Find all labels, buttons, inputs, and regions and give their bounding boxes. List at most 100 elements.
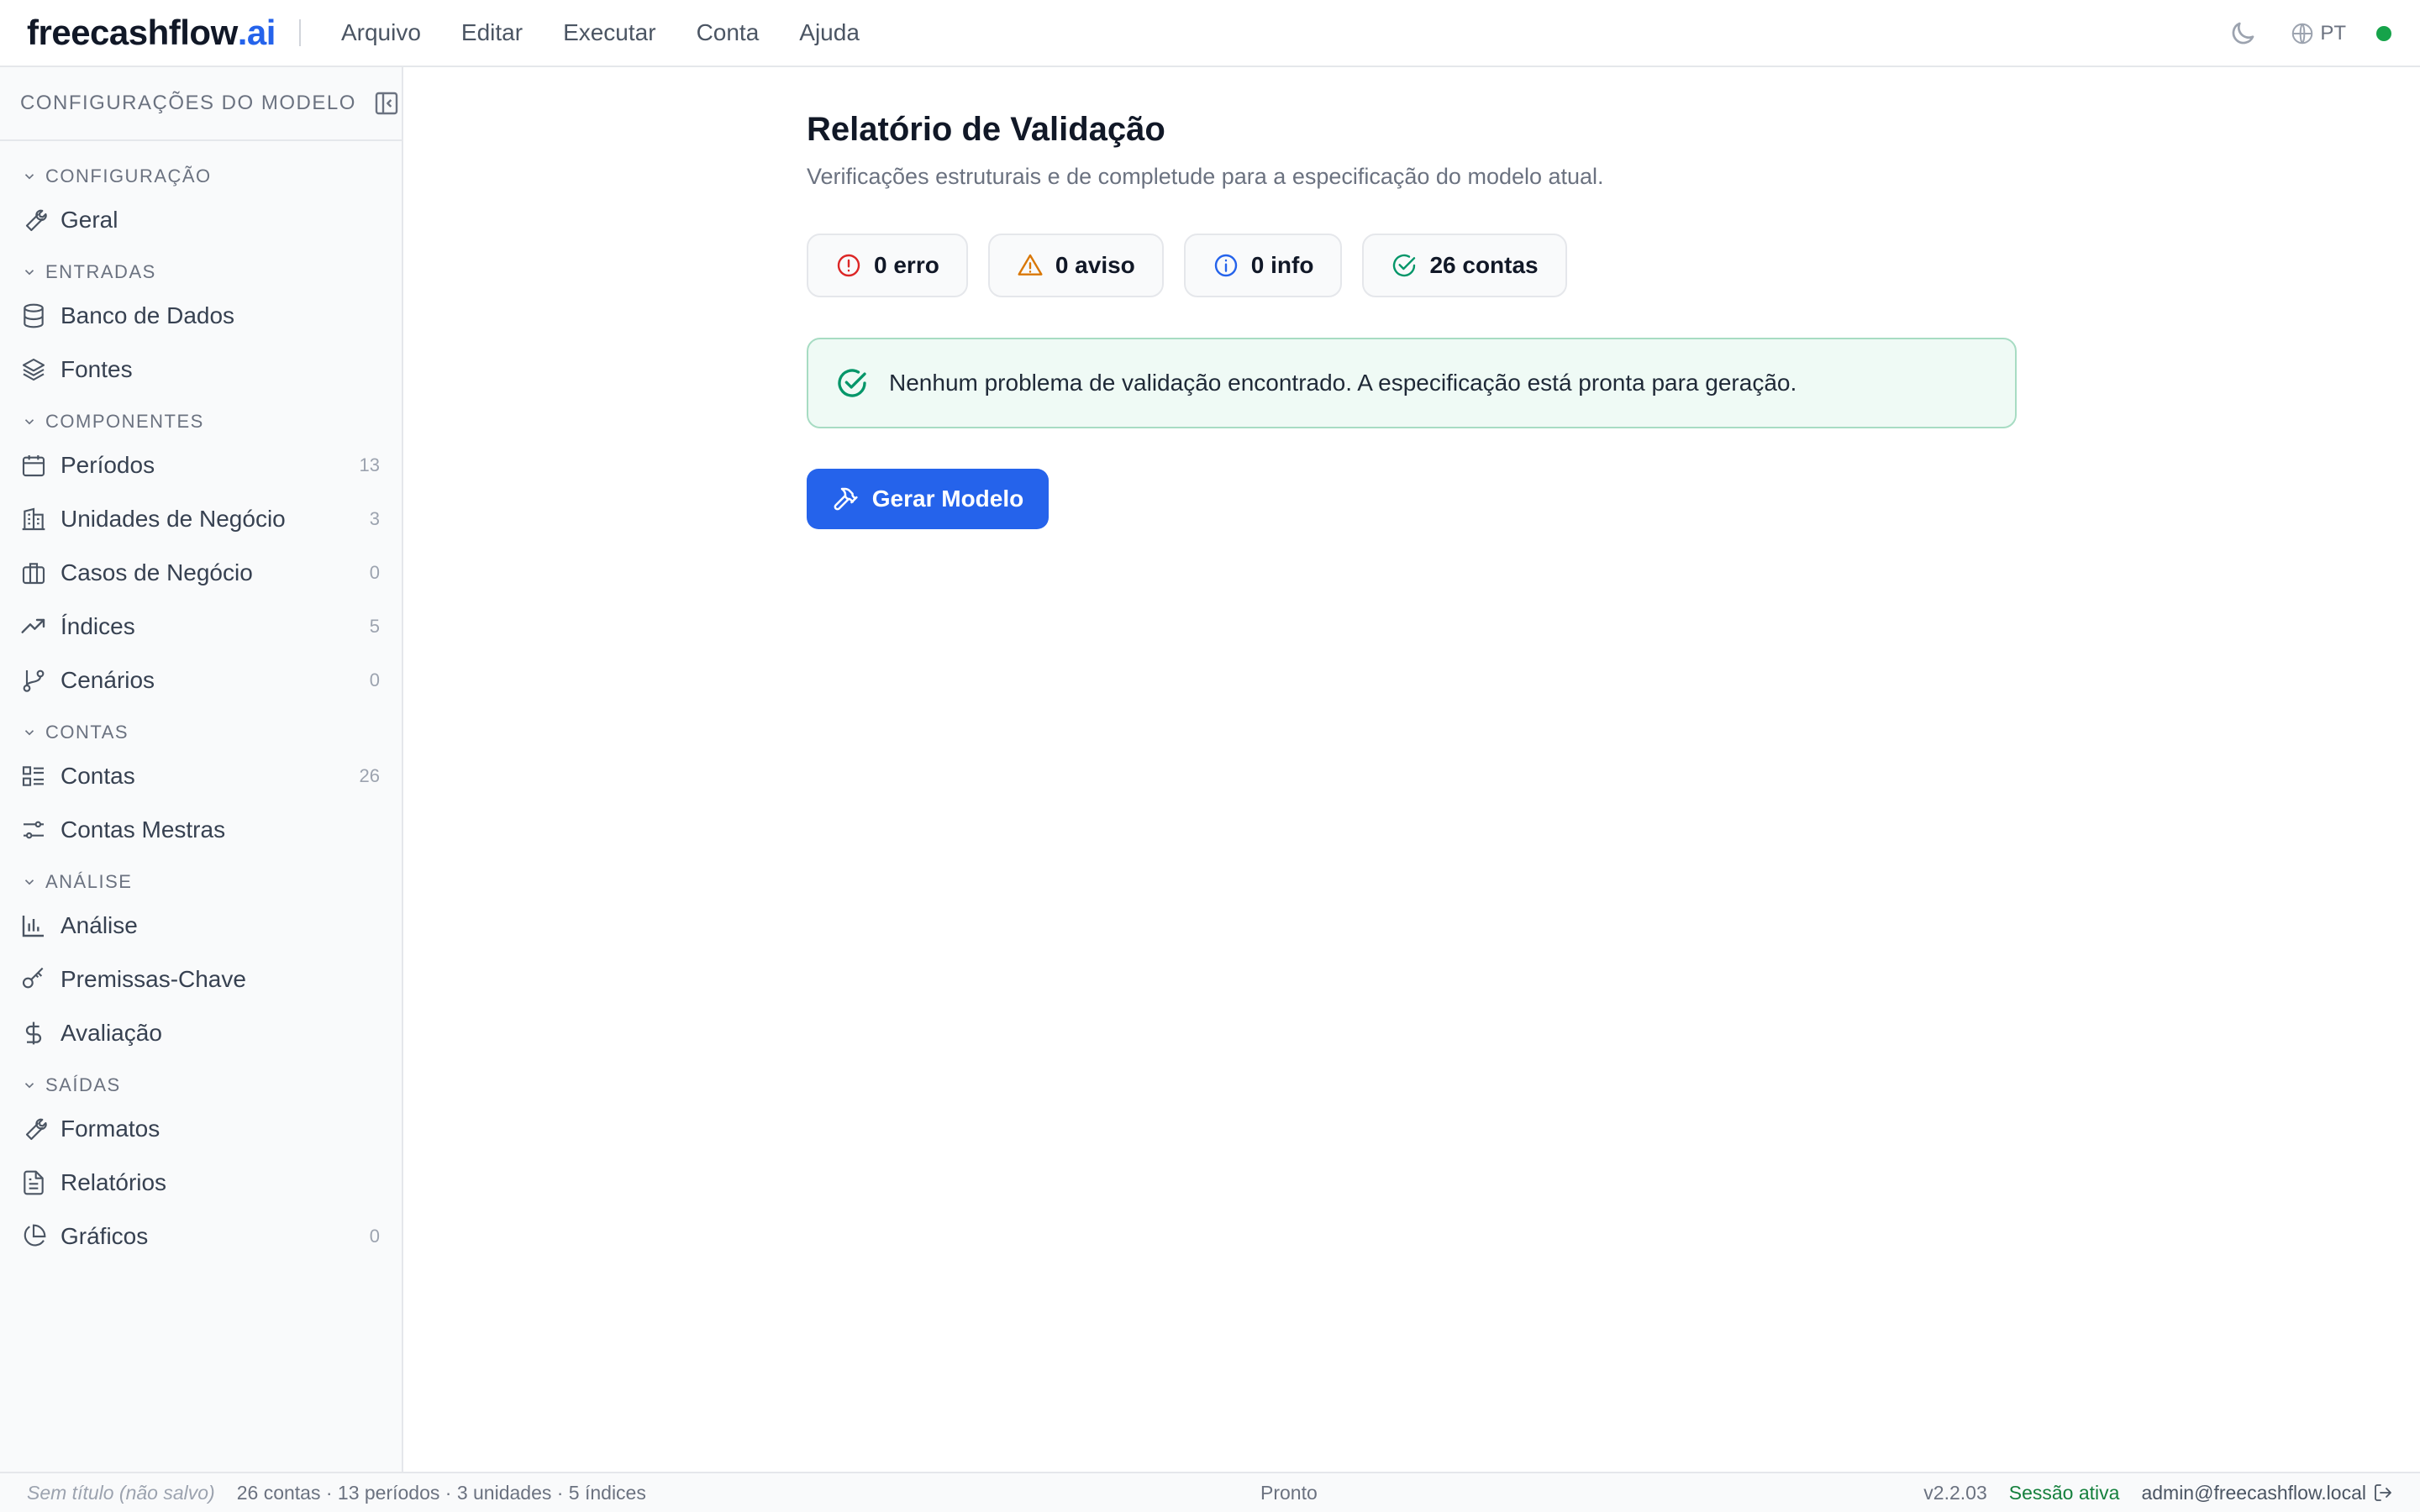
sidebar-header: CONFIGURAÇÕES DO MODELO (0, 67, 402, 141)
section-contas[interactable]: CONTAS (0, 716, 402, 749)
menu-executar[interactable]: Executar (543, 19, 676, 46)
layers-icon (22, 358, 45, 381)
menu-bar: Arquivo Editar Executar Conta Ajuda (321, 19, 880, 46)
sidebar-item-label: Períodos (60, 452, 155, 478)
errors-pill[interactable]: 0 erro (807, 234, 968, 297)
section-configuracao[interactable]: CONFIGURAÇÃO (0, 160, 402, 193)
sidebar-item-label: Gráficos (60, 1223, 149, 1249)
sidebar-item-indices[interactable]: Índices 5 (0, 600, 402, 654)
sidebar-item-graficos[interactable]: Gráficos 0 (0, 1210, 402, 1263)
sidebar-item-casos-de-negocio[interactable]: Casos de Negócio 0 (0, 546, 402, 600)
section-label: COMPONENTES (45, 411, 204, 432)
menu-conta[interactable]: Conta (676, 19, 780, 46)
sidebar-item-label: Contas (60, 763, 135, 789)
section-label: CONTAS (45, 722, 129, 743)
validation-report: Relatório de Validação Verificações estr… (807, 111, 2017, 529)
sidebar-item-cenarios[interactable]: Cenários 0 (0, 654, 402, 707)
info-pill[interactable]: 0 info (1183, 234, 1343, 297)
globe-icon (2292, 23, 2313, 45)
sidebar-item-label: Relatórios (60, 1169, 167, 1195)
section-label: CONFIGURAÇÃO (45, 165, 212, 186)
sidebar-item-periodos[interactable]: Períodos 13 (0, 438, 402, 492)
sidebar-item-formatos[interactable]: Formatos (0, 1102, 402, 1156)
sidebar-item-relatorios[interactable]: Relatórios (0, 1156, 402, 1210)
sidebar-item-avaliacao[interactable]: Avaliação (0, 1006, 402, 1060)
model-stats: 26 contas · 13 períodos · 3 unidades · 5… (236, 1481, 646, 1504)
chevron-down-icon (24, 174, 34, 180)
file-text-icon (24, 1170, 44, 1195)
sidebar-item-geral[interactable]: Geral (0, 193, 402, 247)
collapse-sidebar-icon[interactable] (373, 90, 400, 117)
item-count: 0 (369, 669, 380, 690)
item-count: 13 (359, 454, 380, 475)
brand-suffix: .ai (237, 13, 276, 52)
item-count: 5 (369, 616, 380, 637)
chevron-down-icon (24, 730, 34, 736)
menu-editar[interactable]: Editar (441, 19, 543, 46)
dollar-icon (25, 1021, 42, 1045)
section-saidas[interactable]: SAÍDAS (0, 1068, 402, 1102)
logout-icon[interactable] (2373, 1483, 2393, 1503)
brand-name: freecashflow (27, 13, 238, 52)
git-branch-icon (23, 669, 45, 692)
sidebar-item-label: Formatos (60, 1116, 160, 1142)
section-entradas[interactable]: ENTRADAS (0, 255, 402, 289)
section-label: ANÁLISE (45, 871, 133, 892)
app-version: v2.2.03 (1923, 1481, 1987, 1504)
accounts-pill[interactable]: 26 contas (1362, 234, 1567, 297)
info-count: 0 info (1250, 252, 1314, 278)
sidebar-item-contas[interactable]: Contas 26 (0, 749, 402, 803)
sidebar-item-unidades-de-negocio[interactable]: Unidades de Negócio 3 (0, 492, 402, 546)
sidebar-item-contas-mestras[interactable]: Contas Mestras (0, 803, 402, 857)
brand-logo[interactable]: freecashflow .ai (27, 13, 276, 53)
user-account[interactable]: admin@freecashflow.local (2141, 1482, 2393, 1504)
list-icon (22, 766, 44, 786)
key-icon (22, 967, 44, 989)
summary-pills: 0 erro 0 aviso 0 info 26 contas (807, 234, 2017, 297)
section-analise[interactable]: ANÁLISE (0, 865, 402, 899)
item-count: 0 (369, 562, 380, 583)
sidebar-item-fontes[interactable]: Fontes (0, 343, 402, 396)
calendar-icon (22, 455, 45, 477)
section-label: ENTRADAS (45, 261, 156, 282)
alert-circle-icon (837, 254, 860, 277)
moon-icon[interactable] (2228, 18, 2258, 49)
success-message: Nenhum problema de validação encontrado.… (889, 370, 1797, 396)
wrench-icon (25, 1118, 47, 1141)
menu-ajuda[interactable]: Ajuda (779, 19, 880, 46)
menu-arquivo[interactable]: Arquivo (321, 19, 441, 46)
topbar-divider (298, 19, 301, 46)
section-componentes[interactable]: COMPONENTES (0, 405, 402, 438)
top-bar: freecashflow .ai Arquivo Editar Executar … (0, 0, 2420, 67)
sidebar-item-label: Contas Mestras (60, 816, 226, 843)
sidebar-item-banco-de-dados[interactable]: Banco de Dados (0, 289, 402, 343)
database-icon (24, 303, 44, 328)
accounts-count: 26 contas (1429, 252, 1539, 278)
chevron-down-icon (24, 879, 34, 885)
main-panel: Relatório de Validação Verificações estr… (405, 67, 2420, 1472)
wrench-icon (25, 209, 47, 232)
building-icon (22, 507, 45, 531)
sliders-icon (24, 821, 44, 839)
language-label: PT (2320, 22, 2346, 45)
page-subtitle: Verificações estruturais e de completude… (807, 164, 1604, 189)
language-selector[interactable]: PT (2290, 21, 2346, 46)
bar-chart-icon (22, 916, 44, 937)
warnings-pill[interactable]: 0 aviso (987, 234, 1164, 297)
sidebar-item-label: Cenários (60, 667, 155, 693)
connection-status-dot (2376, 26, 2391, 41)
sidebar-item-label: Índices (60, 613, 135, 639)
sidebar: CONFIGURAÇÕES DO MODELO CONFIGURAÇÃO Ger… (0, 67, 403, 1472)
sidebar-item-premissas-chave[interactable]: Premissas-Chave (0, 953, 402, 1006)
briefcase-icon (22, 563, 45, 585)
item-count: 3 (369, 508, 380, 529)
check-circle-icon (1393, 254, 1416, 277)
ready-status: Pronto (1260, 1481, 1318, 1504)
sidebar-item-label: Banco de Dados (60, 302, 235, 328)
sidebar-item-label: Geral (60, 207, 118, 233)
session-status: Sessão ativa (2008, 1481, 2120, 1504)
user-email: admin@freecashflow.local (2141, 1481, 2366, 1504)
sidebar-item-label: Avaliação (60, 1020, 162, 1046)
sidebar-item-analise[interactable]: Análise (0, 899, 402, 953)
generate-model-button[interactable]: Gerar Modelo (807, 469, 1049, 529)
